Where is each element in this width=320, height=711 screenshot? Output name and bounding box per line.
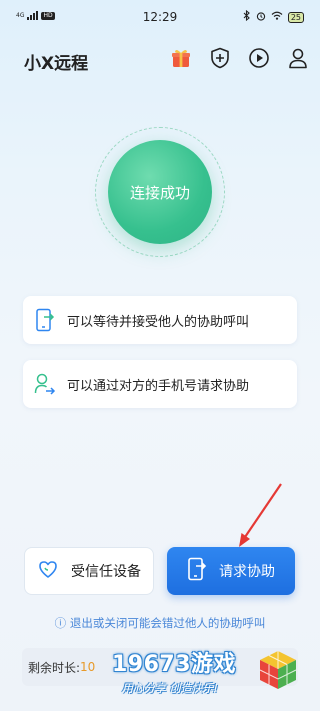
- remaining-time-label: 剩余时长:: [28, 660, 81, 675]
- request-help-button[interactable]: 请求协助: [167, 547, 295, 595]
- watermark-logo: 19673游戏 用心分享 创造快乐!: [112, 644, 312, 708]
- remaining-time-value: 10: [80, 660, 96, 674]
- watermark-text: 19673游戏: [112, 652, 237, 677]
- cube-logo-icon: [259, 651, 297, 689]
- request-help-label: 请求协助: [219, 564, 275, 580]
- trusted-devices-label: 受信任设备: [71, 564, 141, 580]
- annotation-arrow: [239, 483, 282, 547]
- phone-share-icon: [187, 557, 207, 585]
- warning-text: ⓘ 退出或关闭可能会错过他人的协助呼叫: [54, 616, 266, 630]
- trusted-devices-button[interactable]: 受信任设备: [24, 547, 154, 595]
- watermark-subtext: 用心分享 创造快乐!: [122, 682, 218, 695]
- heart-shield-icon: [37, 558, 59, 584]
